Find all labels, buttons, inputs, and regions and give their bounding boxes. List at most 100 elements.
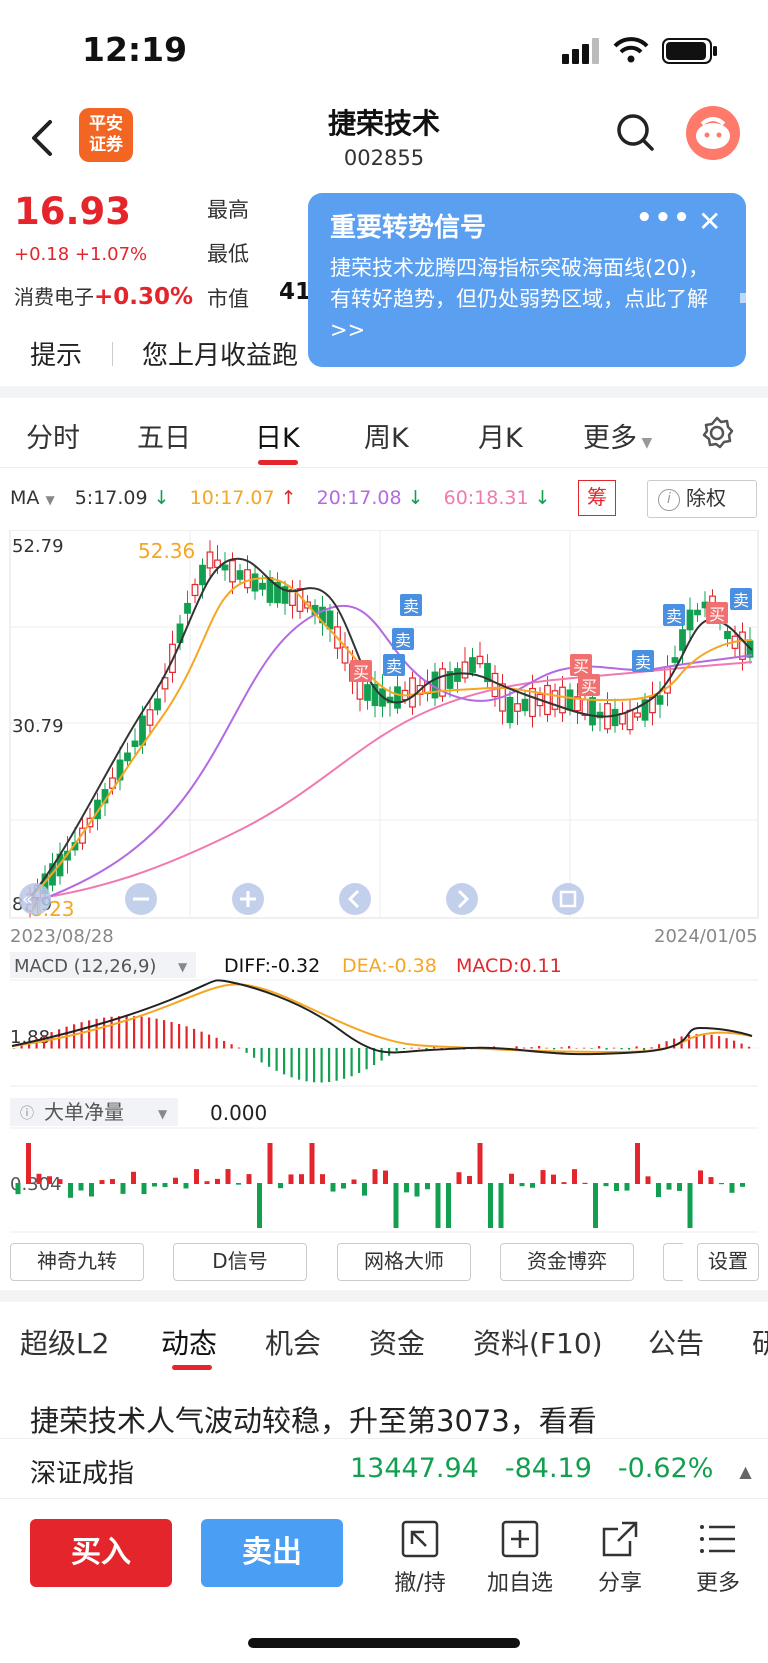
macd-bar <box>613 1047 616 1049</box>
index-value: 13447.94 <box>350 1453 479 1484</box>
share-icon <box>602 1521 638 1557</box>
macd-bar <box>185 1026 188 1049</box>
net-flow-bar <box>687 1183 693 1228</box>
popup-close-icon[interactable]: ✕ <box>698 205 721 238</box>
svg-text:卖: 卖 <box>395 631 411 650</box>
svg-text:买: 买 <box>353 663 369 682</box>
net-flow-bar <box>278 1183 283 1189</box>
signal-popup[interactable]: 重要转势信号 ••• ✕ 捷荣技术龙腾四海指标突破海面线(20)，有转好趋势，但… <box>308 193 746 367</box>
tab-intraday[interactable]: 分时 <box>26 416 80 455</box>
candlesticks <box>26 540 754 918</box>
kline-chart-area[interactable]: 52.79 30.79 8.79 52.36 8.23 卖 卖 卖 买 买 买 … <box>0 530 768 1240</box>
tool-grid-master[interactable]: 网格大师 <box>337 1243 471 1281</box>
tab-weekly-k[interactable]: 周K <box>364 416 409 455</box>
index-name: 深证成指 <box>30 1459 135 1489</box>
macd-bar <box>545 1047 548 1049</box>
ma5-line <box>27 557 753 901</box>
tab-opportunities[interactable]: 机会 <box>265 1322 321 1362</box>
tab-announcements[interactable]: 公告 <box>648 1322 704 1362</box>
add-watchlist-button[interactable]: 加自选 <box>480 1519 560 1597</box>
cancel-hold-button[interactable]: 撤/持 <box>380 1519 460 1597</box>
chevron-right-icon[interactable] <box>446 883 478 915</box>
candle-body <box>364 684 371 701</box>
candle-body <box>521 698 529 712</box>
macd-bar <box>418 1047 421 1049</box>
candle-body <box>694 609 701 616</box>
net-flow-bar <box>740 1183 745 1187</box>
active-section-indicator <box>172 1365 212 1370</box>
assistant-avatar-icon[interactable] <box>686 106 740 160</box>
macd-bar <box>620 1048 623 1050</box>
index-ticker[interactable]: 深证成指 13447.94 -84.19 -0.62% ▲ <box>0 1438 768 1498</box>
tab-f10[interactable]: 资料(F10) <box>473 1322 603 1362</box>
macd-bar <box>515 1046 518 1049</box>
net-flow-bar <box>435 1183 441 1228</box>
tab-super-l2[interactable]: 超级L2 <box>20 1322 109 1362</box>
more-button[interactable]: 更多 <box>678 1519 758 1597</box>
net-flow-bar <box>540 1170 546 1184</box>
arrow-down-icon: ↓ <box>528 487 551 509</box>
sell-button[interactable]: 卖出 <box>201 1519 343 1587</box>
macd-dea: DEA:-0.38 <box>342 955 437 977</box>
tab-dynamics[interactable]: 动态 <box>161 1322 217 1362</box>
ma-label: MA <box>10 487 40 509</box>
macd-bar <box>178 1024 181 1049</box>
wifi-icon <box>613 37 649 63</box>
chip-distribution-button[interactable]: 筹 <box>578 480 616 516</box>
info-icon: i <box>658 489 680 511</box>
macd-bar <box>170 1021 173 1049</box>
net-flow-bar <box>26 1143 31 1184</box>
tab-daily-k[interactable]: 日K <box>255 416 300 455</box>
candle-body <box>296 588 304 612</box>
tool-d-signal[interactable]: D信号 <box>173 1243 307 1281</box>
fullscreen-icon[interactable] <box>552 883 584 915</box>
ma-legend[interactable]: MA ▼ 5:17.09 ↓ 10:17.07 ↑ 20:17.08 ↓ 60:… <box>10 487 565 509</box>
search-icon[interactable] <box>615 112 655 152</box>
net-flow-bar <box>677 1183 682 1191</box>
macd-bar <box>230 1044 233 1049</box>
ex-rights-button[interactable]: i 除权 <box>647 480 757 518</box>
ma20-text: 20:17.08 <box>316 487 402 509</box>
share-button[interactable]: 分享 <box>580 1519 660 1597</box>
tool-fund-game[interactable]: 资金博弈 <box>500 1243 634 1281</box>
chevron-left-icon[interactable] <box>339 883 371 915</box>
net-flow-bar <box>446 1183 451 1228</box>
candle-body <box>589 697 596 726</box>
index-pct: -0.62% <box>617 1453 714 1484</box>
net-flow-bar <box>425 1183 430 1190</box>
candle-body <box>469 657 476 673</box>
popup-body[interactable]: 捷荣技术龙腾四海指标突破海面线(20)，有转好趋势，但仍处弱势区域，点此了解>> <box>330 253 726 346</box>
macd-bar <box>155 1018 158 1049</box>
tab-more[interactable]: 更多 ▼ <box>583 416 652 455</box>
tool-more-partial[interactable] <box>663 1243 683 1281</box>
net-flow-bar <box>78 1183 84 1191</box>
net-flow-bar <box>729 1183 735 1193</box>
macd-bar <box>718 1036 721 1049</box>
svg-text:卖: 卖 <box>635 653 651 672</box>
net-flow-bar <box>173 1177 178 1184</box>
gear-icon[interactable] <box>700 416 734 450</box>
candle-body <box>394 686 401 709</box>
tool-magic-nine[interactable]: 神奇九转 <box>10 1243 144 1281</box>
section-gap <box>0 386 768 398</box>
svg-text:卖: 卖 <box>403 597 419 616</box>
tab-research-partial[interactable]: 研 <box>752 1322 768 1362</box>
tab-funds[interactable]: 资金 <box>369 1322 425 1362</box>
candle-body <box>686 609 694 631</box>
home-indicator <box>248 1638 520 1648</box>
news-headline[interactable]: 捷荣技术人气波动较稳，升至第3073，看看 <box>30 1398 750 1440</box>
popup-more-icon[interactable]: ••• <box>636 203 692 233</box>
buy-button[interactable]: 买入 <box>30 1519 172 1587</box>
cancel-hold-label: 撤/持 <box>394 1571 446 1596</box>
status-time: 12:19 <box>82 30 188 69</box>
macd-bar <box>80 1022 83 1049</box>
sector-row[interactable]: 消费电子+0.30% <box>14 281 193 310</box>
macd-bar <box>343 1048 346 1079</box>
tool-settings[interactable]: 设置 <box>697 1243 759 1281</box>
macd-bar <box>358 1048 361 1074</box>
macd-bar <box>710 1034 713 1049</box>
tip-text[interactable]: 您上月收益跑 <box>142 335 298 372</box>
svg-text:卖: 卖 <box>733 591 749 610</box>
tab-five-day[interactable]: 五日 <box>137 416 191 455</box>
tab-monthly-k[interactable]: 月K <box>478 416 523 455</box>
